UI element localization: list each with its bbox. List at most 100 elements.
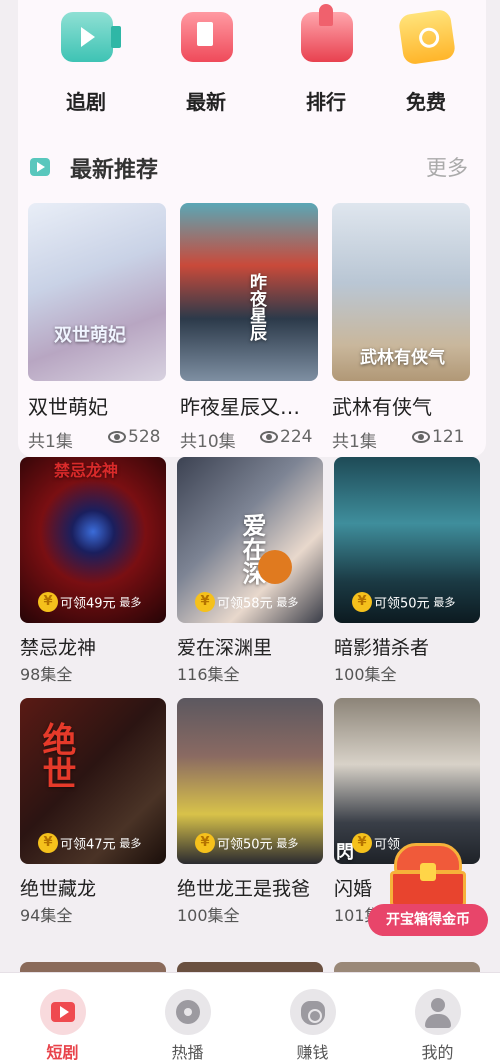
poster-image: 绝世 ¥ 可领47元 最多 <box>20 698 166 864</box>
drama-title: 绝世龙王是我爸 <box>177 878 311 900</box>
reward-badge: ¥ 可领50元 最多 <box>195 833 298 857</box>
nav-tab-wode[interactable]: 我的 <box>375 979 500 1061</box>
drama-card-partial[interactable] <box>177 962 323 972</box>
poster-image: 禁忌龙神 ¥ 可领49元 最多 <box>20 457 166 623</box>
poster-caption: 双世萌妃 <box>54 325 126 346</box>
category-row: 追剧 最新 排行 免费 <box>18 0 486 120</box>
episode-count: 100集全 <box>177 906 240 925</box>
drama-card[interactable]: 爱在深 ¥ 可领58元 最多 爱在深渊里 116集全 <box>177 457 323 684</box>
episode-count: 共10集 <box>180 432 236 452</box>
view-number: 121 <box>432 427 465 447</box>
drama-title: 暗影猎杀者 <box>334 637 430 659</box>
nav-label: 热播 <box>171 1043 204 1061</box>
view-number: 528 <box>128 427 161 447</box>
nav-tab-rebo[interactable]: 热播 <box>125 979 250 1061</box>
category-zuixin[interactable]: 最新 <box>156 8 256 114</box>
thumbs-up-icon <box>301 4 353 62</box>
drama-card-partial[interactable] <box>334 962 480 972</box>
reward-note: 最多 <box>276 596 299 609</box>
nav-tab-duanju[interactable]: 短剧 <box>0 979 125 1061</box>
view-count: 224 <box>260 427 340 447</box>
category-label: 追剧 <box>66 90 106 114</box>
category-mianfei[interactable]: 免费 <box>376 8 476 114</box>
gamepad-icon <box>165 989 211 1035</box>
drama-title: 闪婚 <box>334 878 373 900</box>
reward-note: 最多 <box>119 596 142 609</box>
coin-icon: ¥ <box>38 592 58 612</box>
category-label: 排行 <box>306 90 346 114</box>
reward-badge: ¥ 可领58元 最多 <box>195 592 298 616</box>
episode-count: 100集全 <box>334 665 397 684</box>
reward-note: 最多 <box>433 596 456 609</box>
poster-image: 双世萌妃 <box>28 203 166 381</box>
episode-count: 共1集 <box>332 432 377 452</box>
poster-image: 昨夜星辰 <box>180 203 318 381</box>
flag-icon <box>181 12 233 62</box>
view-number: 224 <box>280 427 313 447</box>
poster-image: 武林有侠气 <box>332 203 470 381</box>
tv-icon <box>40 989 86 1035</box>
drama-card[interactable]: 绝世 ¥ 可领47元 最多 绝世藏龙 94集全 <box>20 698 166 925</box>
recommended-card[interactable]: 双世萌妃 双世萌妃 共1集 528 <box>28 203 166 452</box>
eye-icon <box>260 431 278 443</box>
reward-amount: 可领58元 <box>217 596 273 612</box>
app-screen: 追剧 最新 排行 免费 最新推荐 更多 双世萌妃 双世萌妃 共1集 528 昨夜… <box>0 0 500 1061</box>
drama-title: 昨夜星辰又… <box>180 395 300 419</box>
poster-image <box>334 962 480 972</box>
category-label: 最新 <box>186 90 226 114</box>
poster-caption: 昨夜星辰 <box>246 273 266 341</box>
eye-icon <box>412 431 430 443</box>
coin-icon: ¥ <box>38 833 58 853</box>
poster-caption: 绝世 <box>36 722 76 790</box>
episode-count: 94集全 <box>20 906 73 925</box>
treasure-chest-icon[interactable] <box>386 843 470 911</box>
episode-count: 116集全 <box>177 665 240 684</box>
poster-image <box>177 962 323 972</box>
drama-card[interactable]: 閃 ¥ 可领 闪婚 101集全 <box>334 698 480 925</box>
reward-badge: ¥ 可领49元 最多 <box>38 592 141 616</box>
category-zhuiju[interactable]: 追剧 <box>36 8 136 114</box>
view-count: 528 <box>108 427 188 447</box>
more-link[interactable]: 更多 <box>426 152 468 182</box>
drama-card[interactable]: 禁忌龙神 ¥ 可领49元 最多 禁忌龙神 98集全 <box>20 457 166 684</box>
open-treasure-button[interactable]: 开宝箱得金币 <box>368 904 488 936</box>
top-card: 追剧 最新 排行 免费 最新推荐 更多 双世萌妃 双世萌妃 共1集 528 昨夜… <box>18 0 486 457</box>
drama-title: 武林有侠气 <box>332 395 432 419</box>
coin-icon: ¥ <box>195 833 215 853</box>
category-paihang[interactable]: 排行 <box>276 4 376 114</box>
poster-image: 閃 ¥ 可领 <box>334 698 480 864</box>
eye-icon <box>108 431 126 443</box>
drama-title: 爱在深渊里 <box>177 637 273 659</box>
recommended-card[interactable]: 昨夜星辰 昨夜星辰又… 共10集 224 <box>180 203 318 452</box>
poster-image <box>20 962 166 972</box>
reward-amount: 可领49元 <box>60 596 116 612</box>
nav-tab-zhuanqian[interactable]: 赚钱 <box>250 979 375 1061</box>
drama-card[interactable]: ¥ 可领50元 最多 绝世龙王是我爸 100集全 <box>177 698 323 925</box>
category-label: 免费 <box>406 90 446 114</box>
poster-caption: 武林有侠气 <box>360 348 445 368</box>
nav-label: 我的 <box>421 1043 454 1061</box>
reward-amount: 可领50元 <box>374 596 430 612</box>
reward-note: 最多 <box>276 837 299 850</box>
nav-label: 短剧 <box>46 1043 79 1061</box>
money-bag-icon <box>290 989 336 1035</box>
poster-image: ¥ 可领50元 最多 <box>177 698 323 864</box>
recommended-card[interactable]: 武林有侠气 武林有侠气 共1集 121 <box>332 203 470 452</box>
play-square-icon <box>30 158 50 176</box>
coin-icon: ¥ <box>195 592 215 612</box>
free-ticket-icon <box>397 8 457 66</box>
user-icon <box>415 989 461 1035</box>
section-title: 最新推荐 <box>70 158 159 183</box>
drama-card-partial[interactable] <box>20 962 166 972</box>
bottom-nav: 短剧 热播 赚钱 我的 <box>0 972 500 1061</box>
episode-count: 共1集 <box>28 432 73 452</box>
drama-title: 禁忌龙神 <box>20 637 97 659</box>
drama-title: 双世萌妃 <box>28 395 108 419</box>
reward-badge: ¥ 可领50元 最多 <box>352 592 455 616</box>
reward-amount: 可领50元 <box>217 837 273 853</box>
drama-title: 绝世藏龙 <box>20 878 97 900</box>
episode-count: 98集全 <box>20 665 73 684</box>
coin-icon: ¥ <box>352 833 372 853</box>
nav-label: 赚钱 <box>296 1043 329 1061</box>
drama-card[interactable]: ¥ 可领50元 最多 暗影猎杀者 100集全 <box>334 457 480 684</box>
